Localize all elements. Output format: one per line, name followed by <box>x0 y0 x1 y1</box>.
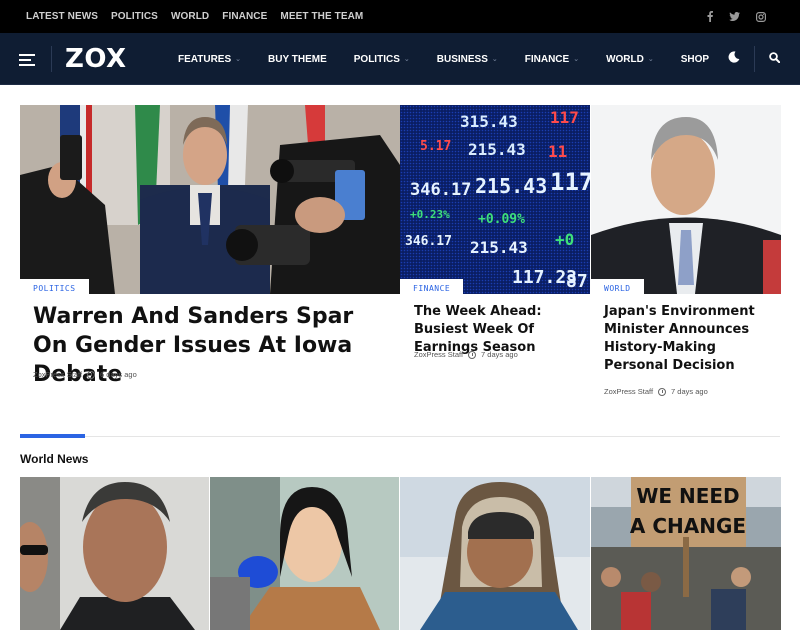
search-icon[interactable] <box>769 50 781 68</box>
chevron-down-icon: ⌄ <box>235 56 242 63</box>
ticker-value: 5.17 <box>420 139 451 154</box>
author-name[interactable]: ZoxPress Staff <box>414 350 463 359</box>
clock-icon <box>658 387 667 396</box>
feature-image-debate[interactable] <box>20 105 400 294</box>
logo-divider <box>51 46 52 72</box>
menu-item-label: SHOP <box>680 53 710 65</box>
ticker-value: +0.09% <box>478 212 525 227</box>
feature-image-stocks[interactable]: 315.43 117 5.17 215.43 11 346.17 215.43 … <box>400 105 590 294</box>
category-tag-politics[interactable]: POLITICS <box>20 279 89 298</box>
top-link-politics[interactable]: POLITICS <box>111 11 158 22</box>
menu-item-buy-theme[interactable]: BUY THEME <box>268 54 327 65</box>
section-title-world-news[interactable]: World News <box>20 452 88 466</box>
menu-item-politics[interactable]: POLITICS ⌄ <box>354 54 410 65</box>
primary-menu: FEATURES ⌄ BUY THEME POLITICS ⌄ BUSINESS ⌄ … <box>178 33 736 85</box>
menu-item-label: BUSINESS <box>436 53 488 65</box>
twitter-icon[interactable] <box>729 12 740 21</box>
ticker-value: 117 <box>550 168 590 196</box>
feature-title-earnings[interactable]: The Week Ahead: Busiest Week Of Earnings… <box>414 303 584 357</box>
post-time: 7 days ago <box>671 387 708 396</box>
ticker-value: 117 <box>550 108 579 127</box>
world-news-image-2[interactable] <box>210 477 399 630</box>
site-logo[interactable]: ZOX <box>65 44 127 74</box>
chevron-down-icon: ⌄ <box>403 56 410 63</box>
author-name[interactable]: ZoxPress Staff <box>33 370 82 379</box>
section-divider <box>20 436 780 437</box>
protest-sign-text: A CHANGE <box>630 514 746 538</box>
feature-title-minister[interactable]: Japan's Environment Minister Announces H… <box>604 303 774 375</box>
instagram-icon[interactable] <box>756 11 766 22</box>
ticker-value: 315.43 <box>460 112 518 131</box>
feature-image-minister[interactable] <box>591 105 781 294</box>
clock-icon <box>468 350 477 359</box>
ticker-value: 215.43 <box>475 174 547 198</box>
world-news-image-4[interactable]: WE NEED A CHANGE <box>591 477 781 630</box>
world-news-image-1[interactable] <box>20 477 209 630</box>
world-news-image-3[interactable] <box>400 477 590 630</box>
top-nav: LATEST NEWS POLITICS WORLD FINANCE MEET … <box>26 0 363 33</box>
menu-item-finance[interactable]: FINANCE ⌄ <box>525 54 579 65</box>
hamburger-menu-icon[interactable] <box>19 54 35 66</box>
menu-item-label: BUY THEME <box>268 53 327 65</box>
menu-item-shop[interactable]: SHOP <box>681 54 709 65</box>
social-links <box>707 0 766 33</box>
nav-divider <box>754 46 755 72</box>
ticker-value: 346.17 <box>405 234 452 249</box>
menu-item-world[interactable]: WORLD ⌄ <box>606 54 654 65</box>
menu-item-label: FINANCE <box>524 53 570 65</box>
ticker-value: 215.43 <box>470 238 528 257</box>
ticker-value: 346.17 <box>410 180 471 200</box>
top-link-meet-the-team[interactable]: MEET THE TEAM <box>280 11 363 22</box>
ticker-value: 215.43 <box>468 140 526 159</box>
top-link-latest-news[interactable]: LATEST NEWS <box>26 11 98 22</box>
chevron-down-icon: ⌄ <box>647 56 654 63</box>
menu-item-features[interactable]: FEATURES ⌄ <box>178 54 241 65</box>
top-link-finance[interactable]: FINANCE <box>222 11 267 22</box>
ticker-value: +0 <box>555 230 574 249</box>
section-accent-bar <box>20 434 85 438</box>
article-meta: ZoxPress Staff 6 days ago <box>33 370 137 379</box>
ticker-value: +0.23% <box>410 208 450 221</box>
post-time: 7 days ago <box>481 350 518 359</box>
menu-item-label: FEATURES <box>178 53 232 65</box>
category-tag-finance[interactable]: FINANCE <box>400 279 464 298</box>
moon-icon[interactable] <box>728 50 740 68</box>
ticker-value: 11 <box>548 142 567 161</box>
menu-item-label: POLITICS <box>353 53 400 65</box>
chevron-down-icon: ⌄ <box>573 56 580 63</box>
facebook-icon[interactable] <box>707 11 713 22</box>
nav-actions <box>728 33 781 85</box>
author-name[interactable]: ZoxPress Staff <box>604 387 653 396</box>
post-time: 6 days ago <box>100 370 137 379</box>
clock-icon <box>87 370 96 379</box>
top-link-world[interactable]: WORLD <box>171 11 209 22</box>
menu-item-business[interactable]: BUSINESS ⌄ <box>437 54 498 65</box>
menu-item-label: WORLD <box>606 53 644 65</box>
category-tag-world[interactable]: WORLD <box>591 279 644 298</box>
protest-sign-text: WE NEED <box>636 484 739 508</box>
article-meta: ZoxPress Staff 7 days ago <box>414 350 518 359</box>
ticker-value: 87 <box>566 271 588 292</box>
chevron-down-icon: ⌄ <box>491 56 498 63</box>
article-meta: ZoxPress Staff 7 days ago <box>604 387 708 396</box>
main-nav: ZOX FEATURES ⌄ BUY THEME POLITICS ⌄ BUSINE… <box>0 33 800 85</box>
top-bar: LATEST NEWS POLITICS WORLD FINANCE MEET … <box>0 0 800 33</box>
